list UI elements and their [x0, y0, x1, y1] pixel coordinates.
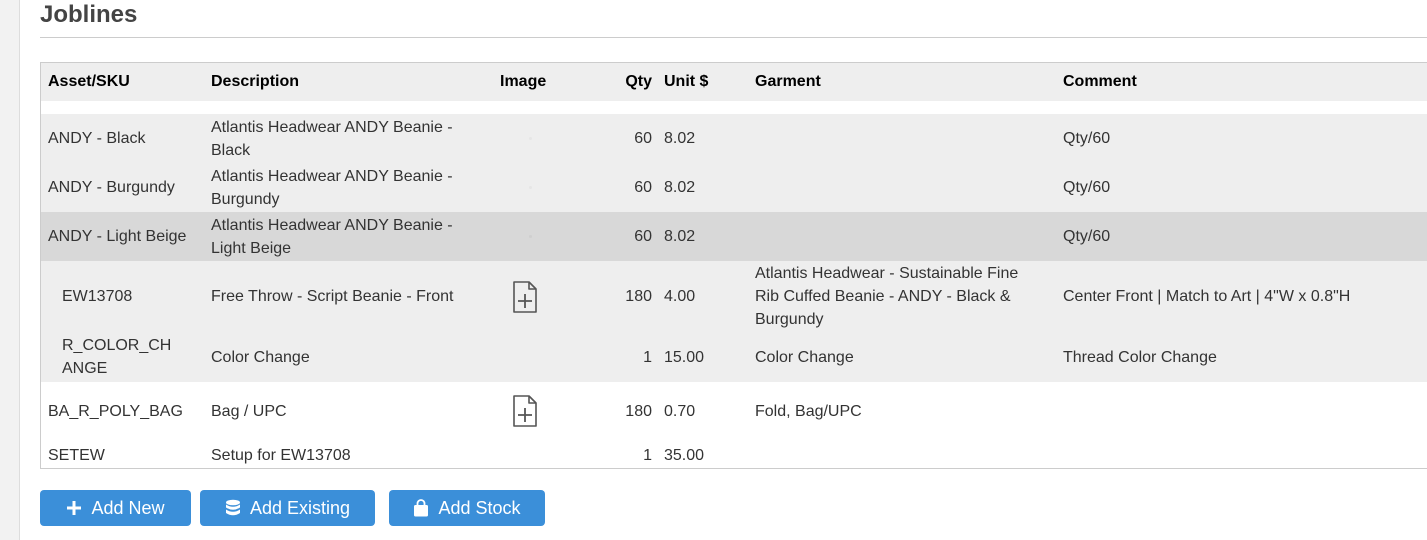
- title-divider: [40, 37, 1427, 38]
- file-plus-icon[interactable]: [510, 261, 540, 332]
- qty-cell: 60: [634, 179, 652, 196]
- unit-price-cell: 15.00: [664, 348, 705, 366]
- comment-cell: [1063, 440, 1423, 468]
- file-plus-icon[interactable]: [510, 382, 540, 440]
- table-row[interactable]: EW13708 Free Throw - Script Beanie - Fro…: [41, 261, 1427, 332]
- col-header-description[interactable]: Description: [211, 63, 299, 101]
- asset-cell: ANDY - Light Beige: [48, 228, 187, 245]
- col-header-asset[interactable]: Asset/SKU: [48, 63, 130, 101]
- garment-cell: Color Change: [755, 348, 854, 366]
- comment-cell: [1063, 382, 1423, 440]
- qty-cell: 1: [643, 348, 652, 366]
- add-existing-label: Add Existing: [249, 497, 351, 518]
- table-row[interactable]: ANDY - Burgundy Atlantis Headwear ANDY B…: [41, 163, 1427, 212]
- asset-cell: SETEW: [48, 446, 105, 464]
- unit-price-cell: 8.02: [664, 130, 696, 147]
- unit-price-cell: 8.02: [664, 228, 696, 245]
- unit-price-cell: 4.00: [664, 288, 696, 305]
- garment-cell: [755, 212, 1045, 261]
- add-existing-button[interactable]: Add Existing: [200, 490, 375, 526]
- table-row[interactable]: BA_R_POLY_BAG Bag / UPC 180 0.70 Fold, B…: [41, 382, 1427, 440]
- table-row[interactable]: R_COLOR_CHANGE Color Change 1 15.00 Colo…: [41, 332, 1427, 382]
- garment-cell: Fold, Bag/UPC: [755, 402, 862, 420]
- asset-cell: ANDY - Black: [48, 130, 146, 147]
- asset-cell: ANDY - Burgundy: [48, 179, 175, 196]
- description-cell: Bag / UPC: [211, 402, 287, 420]
- col-header-garment[interactable]: Garment: [755, 63, 821, 101]
- garment-cell: [755, 114, 1045, 163]
- add-stock-label: Add Stock: [438, 497, 521, 518]
- col-header-image[interactable]: Image: [500, 63, 546, 101]
- add-new-label: Add New: [91, 497, 165, 518]
- comment-cell: Qty/60: [1063, 228, 1111, 245]
- qty-cell: 60: [634, 130, 652, 147]
- table-header: Asset/SKU Description Image Qty Unit $ G…: [41, 63, 1427, 101]
- shopping-bag-icon: [413, 499, 429, 517]
- asset-cell: BA_R_POLY_BAG: [48, 402, 183, 420]
- qty-cell: 180: [625, 402, 652, 420]
- database-icon: [225, 499, 241, 517]
- section-title: Joblines: [40, 1, 138, 28]
- garment-cell: [755, 440, 1045, 468]
- unit-price-cell: 8.02: [664, 179, 696, 196]
- left-sidebar-edge: [0, 0, 20, 540]
- comment-cell: Qty/60: [1063, 130, 1111, 147]
- add-stock-button[interactable]: Add Stock: [389, 490, 545, 526]
- image-placeholder: [525, 212, 535, 261]
- image-placeholder: [525, 163, 535, 212]
- table-row[interactable]: ANDY - Black Atlantis Headwear ANDY Bean…: [41, 114, 1427, 163]
- qty-cell: 1: [643, 446, 652, 464]
- description-cell: Setup for EW13708: [211, 446, 351, 464]
- garment-cell: [755, 163, 1045, 212]
- table-row[interactable]: SETEW Setup for EW13708 1 35.00: [41, 440, 1427, 468]
- image-placeholder: [525, 114, 535, 163]
- qty-cell: 60: [634, 228, 652, 245]
- description-cell: Atlantis Headwear ANDY Beanie - Burgundy: [211, 167, 453, 208]
- qty-cell: 180: [625, 288, 652, 305]
- garment-cell: Atlantis Headwear - Sustainable Fine Rib…: [755, 265, 1019, 328]
- unit-price-cell: 0.70: [664, 402, 696, 420]
- plus-icon: [66, 500, 82, 516]
- table-row-selected[interactable]: ANDY - Light Beige Atlantis Headwear AND…: [41, 212, 1427, 261]
- asset-cell: R_COLOR_CHANGE: [62, 337, 172, 377]
- col-header-qty[interactable]: Qty: [581, 63, 652, 101]
- unit-price-cell: 35.00: [664, 446, 705, 464]
- joblines-table: Asset/SKU Description Image Qty Unit $ G…: [40, 62, 1427, 469]
- add-new-button[interactable]: Add New: [40, 490, 191, 526]
- comment-cell: Center Front | Match to Art | 4"W x 0.8"…: [1063, 288, 1351, 305]
- asset-cell: EW13708: [62, 288, 133, 305]
- description-cell: Atlantis Headwear ANDY Beanie - Light Be…: [211, 216, 453, 257]
- col-header-comment[interactable]: Comment: [1063, 63, 1137, 101]
- description-cell: Free Throw - Script Beanie - Front: [211, 288, 454, 305]
- description-cell: Atlantis Headwear ANDY Beanie - Black: [211, 118, 453, 159]
- description-cell: Color Change: [211, 348, 310, 366]
- col-header-unit-price[interactable]: Unit $: [664, 63, 708, 101]
- comment-cell: Qty/60: [1063, 179, 1111, 196]
- comment-cell: Thread Color Change: [1063, 348, 1217, 366]
